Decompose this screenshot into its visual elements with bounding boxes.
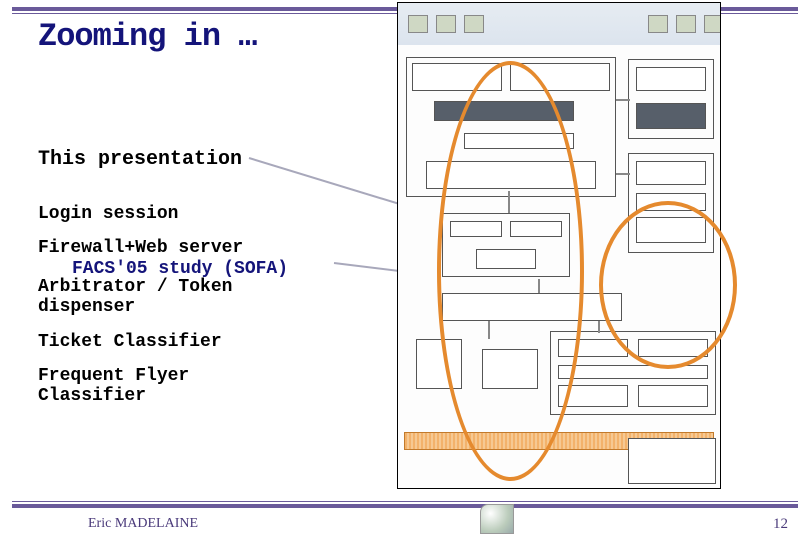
diagram-connector [508,191,510,213]
diagram-component [558,365,708,379]
diagram-component [638,385,708,407]
diagram-component [450,221,502,237]
label-arbitrator: Arbitrator / Token [38,277,232,298]
diagram-component [510,63,610,91]
diagram-connector [598,321,600,333]
diagram-connector [616,173,630,175]
diagram-component [510,221,562,237]
slide: Zooming in … This presentation Login ses… [0,0,810,540]
diagram-component [476,249,536,269]
diagram-component [464,133,574,149]
label-dispenser: dispenser [38,297,135,318]
architecture-diagram [397,2,721,489]
label-ticket: Ticket Classifier [38,332,222,353]
diagram-component [558,385,628,407]
label-login: Login session [38,204,178,225]
diagram-component [412,63,502,91]
diagram-component [638,339,708,357]
diagram-legend [628,438,716,484]
diagram-component [636,217,706,243]
slide-title: Zooming in … [38,18,256,55]
diagram-component [434,101,574,121]
footer-logo-icon [480,504,514,534]
diagram-component [442,293,622,321]
server-icon [648,15,668,33]
server-icon [464,15,484,33]
diagram-component [636,161,706,185]
label-presentation: This presentation [38,148,242,171]
diagram-component [426,161,596,189]
diagram-connector [616,99,630,101]
diagram-component [558,339,628,357]
label-frequent-flyer-1: Frequent Flyer [38,366,189,387]
server-icon [704,15,721,33]
diagram-component [482,349,538,389]
label-frequent-flyer-2: Classifier [38,386,146,407]
server-icon [436,15,456,33]
label-firewall: Firewall+Web server [38,238,243,259]
diagram-component [636,193,706,211]
diagram-component [636,103,706,129]
server-icon [676,15,696,33]
diagram-connector [538,279,540,293]
diagram-connector [488,321,490,339]
footer-author: Eric MADELAINE [88,516,198,532]
diagram-component [636,67,706,91]
diagram-cloud-header [398,3,720,45]
footer-page-number: 12 [773,516,788,533]
diagram-component [416,339,462,389]
footer-divider [12,504,798,508]
server-icon [408,15,428,33]
